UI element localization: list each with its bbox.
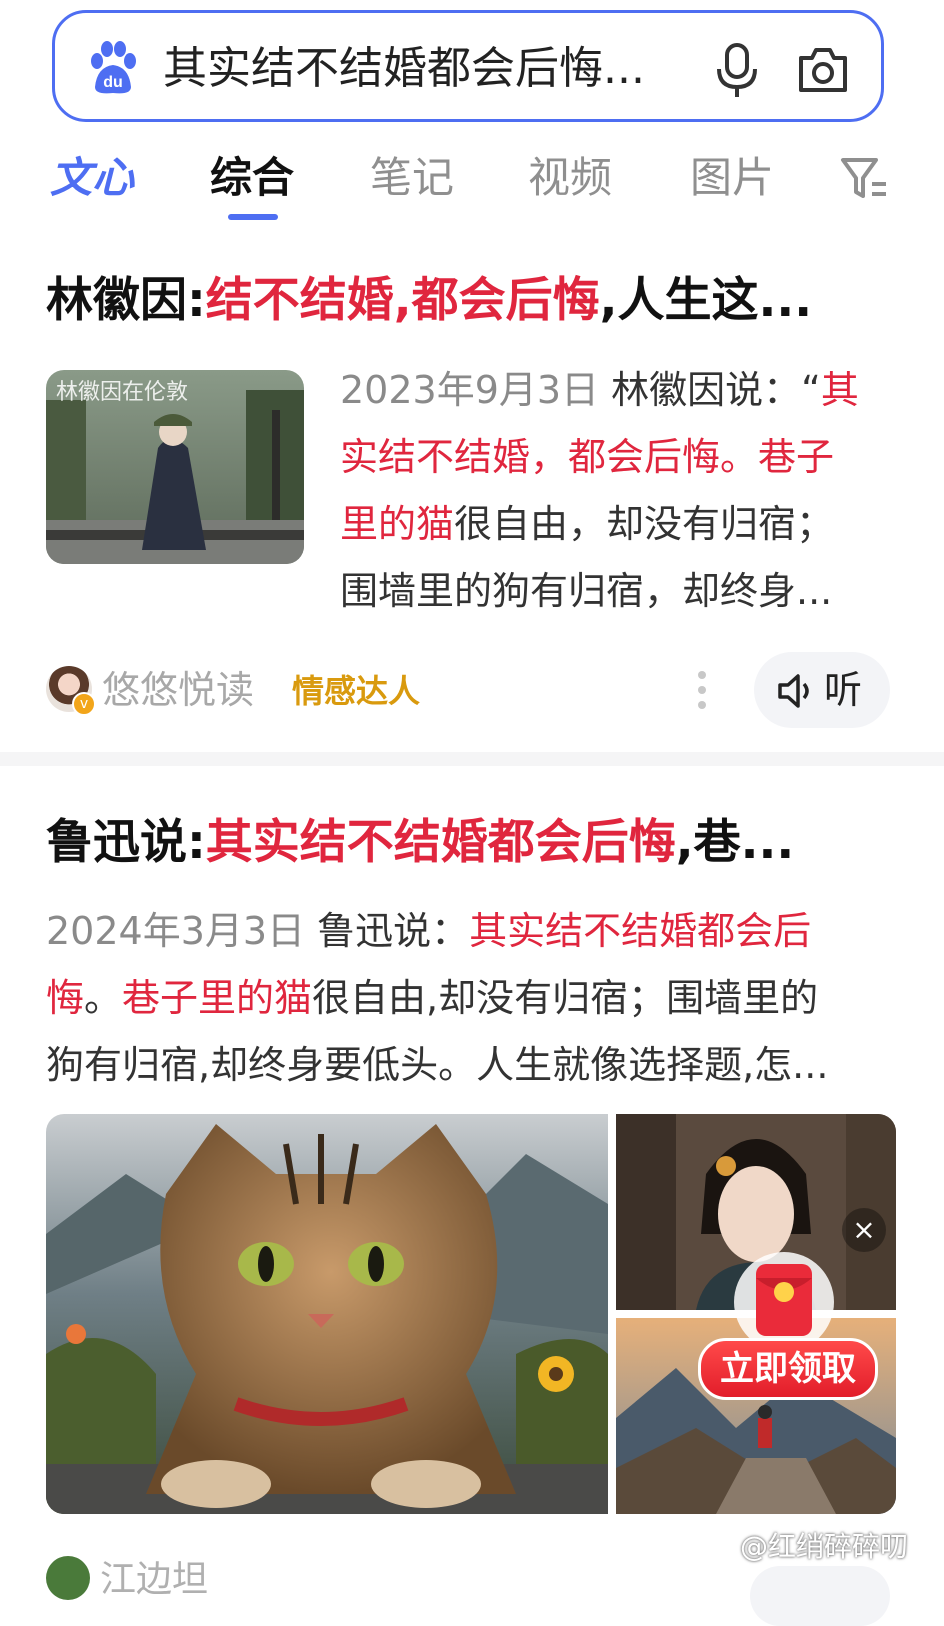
snippet-text: 林徽因说：“ (611, 368, 821, 412)
search-input[interactable]: 其实结不结婚都会后悔... (163, 41, 683, 97)
snippet-text: 。 (84, 976, 123, 1020)
title-highlight: 结不结婚,都会后悔 (205, 273, 600, 328)
tab-comprehensive[interactable]: 综合 (210, 148, 295, 220)
tab-images[interactable]: 图片 (690, 148, 774, 208)
listen-label: 听 (824, 668, 863, 712)
cat-illustration (46, 1114, 608, 1514)
snippet-highlight: 其实结不结婚都会后 (469, 909, 812, 953)
cat-image[interactable] (46, 1114, 608, 1514)
watermark: @红绡碎碎叨 (740, 1530, 909, 1563)
result-2-snippet: 2024年3月3日 鲁迅说：其实结不结婚都会后 悔。巷子里的猫很自由,却没有归宿… (46, 898, 896, 1099)
red-envelope-icon[interactable] (726, 1248, 842, 1352)
title-prefix: 林徽因: (46, 273, 206, 328)
tab-notes[interactable]: 笔记 (370, 148, 454, 208)
snippet-text: 鲁迅说： (317, 909, 470, 953)
snippet-text: 很自由,却没有归宿；围墙里的 (312, 976, 819, 1020)
snippet-highlight: 悔 (46, 976, 85, 1020)
snippet-text: 很自由，却没有归宿； (454, 502, 835, 546)
tab-bar: 文心 综合 笔记 视频 图片 (0, 148, 944, 224)
avatar[interactable] (46, 1556, 90, 1600)
author-name[interactable]: 悠悠悦读 (102, 664, 254, 716)
result-1-thumbnail[interactable]: 林徽因在伦敦 (46, 370, 304, 564)
title-suffix: ,人生这... (599, 273, 813, 328)
snippet-line: 实结不结婚，都会后悔。巷子 (340, 435, 835, 479)
speaker-icon (778, 674, 809, 708)
listen-button[interactable] (750, 1566, 890, 1626)
filter-icon[interactable] (840, 156, 888, 202)
author-badge: 情感达人 (292, 672, 421, 710)
snippet-highlight: 其 (820, 368, 859, 412)
result-divider (0, 752, 944, 766)
result-1-source: v 悠悠悦读 情感达人 听 (46, 652, 906, 728)
author-name[interactable]: 江边坦 (100, 1556, 208, 1604)
snippet-line: 悔。巷子里的猫很自由,却没有归宿；围墙里的 (46, 965, 896, 1032)
snippet-line: 里的猫很自由，却没有归宿； (340, 491, 890, 558)
result-date: 2023年9月3日 (340, 368, 600, 412)
avatar[interactable]: v (46, 666, 96, 716)
result-date: 2024年3月3日 (46, 909, 306, 953)
title-highlight: 其实结不结婚都会后悔 (205, 815, 676, 870)
result-1-title[interactable]: 林徽因:结不结婚,都会后悔,人生这... (46, 270, 926, 332)
more-vertical-icon[interactable] (696, 670, 708, 710)
active-tab-indicator (228, 214, 278, 220)
close-ad-button[interactable]: × (842, 1208, 886, 1252)
result-2-title[interactable]: 鲁迅说:其实结不结婚都会后悔,巷... (46, 812, 896, 874)
tab-label: 综合 (210, 153, 295, 202)
listen-button[interactable]: 听 (754, 652, 890, 728)
title-prefix: 鲁迅说: (46, 815, 206, 870)
camera-icon[interactable] (797, 46, 849, 94)
snippet-line: 狗有归宿,却终身要低头。人生就像选择题,怎... (46, 1043, 829, 1087)
title-suffix: ,巷... (675, 815, 795, 870)
search-bar[interactable]: du 其实结不结婚都会后悔... (52, 10, 884, 122)
snippet-line: 围墙里的狗有归宿，却终身... (340, 569, 833, 613)
snippet-line: 2024年3月3日 鲁迅说：其实结不结婚都会后 (46, 898, 896, 965)
tab-wenxin[interactable]: 文心 (50, 148, 134, 208)
snippet-line: 2023年9月3日 林徽因说：“其 (340, 357, 890, 424)
verified-badge-icon: v (72, 692, 96, 716)
tab-videos[interactable]: 视频 (528, 148, 612, 208)
microphone-icon[interactable] (715, 43, 759, 99)
result-1-snippet: 2023年9月3日 林徽因说：“其 实结不结婚，都会后悔。巷子 里的猫很自由，却… (340, 357, 890, 625)
baidu-paw-logo-icon: du (91, 41, 136, 94)
thumbnail-caption: 林徽因在伦敦 (56, 380, 189, 405)
claim-now-button[interactable]: 立即领取 (698, 1338, 878, 1400)
svg-text:du: du (103, 74, 123, 91)
snippet-highlight: 里的猫 (340, 502, 455, 546)
snippet-highlight: 巷子里的猫 (122, 976, 313, 1020)
